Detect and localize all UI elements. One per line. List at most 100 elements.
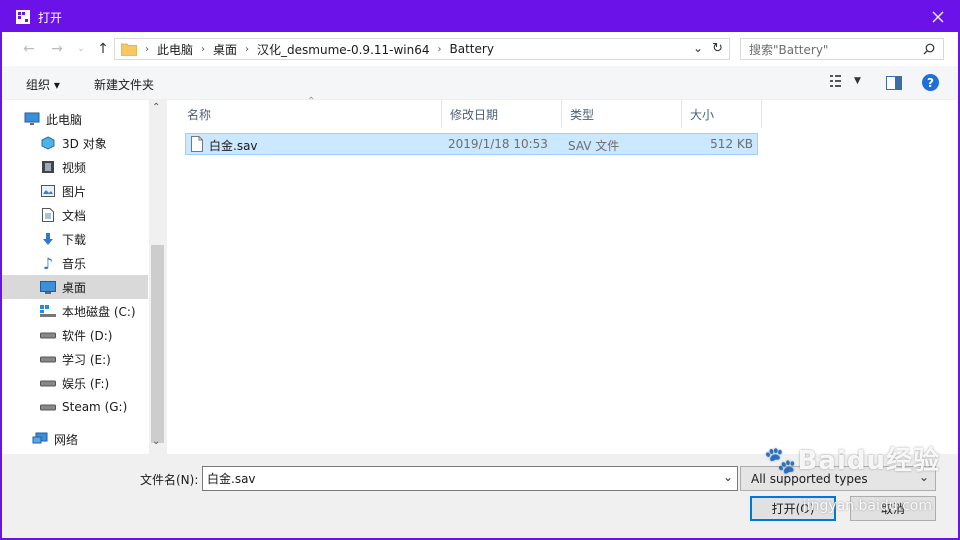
file-name: 白金.sav [209, 139, 258, 153]
file-type: SAV 文件 [568, 139, 620, 153]
address-bar[interactable]: › 此电脑 › 桌面 › 汉化_desmume-0.9.11-win64 › B… [114, 38, 730, 60]
drive-icon [40, 351, 56, 367]
recent-locations-button[interactable]: ⌄ [72, 40, 90, 58]
scroll-down-icon[interactable]: ⌄ [152, 436, 160, 447]
back-button[interactable]: ← [20, 40, 38, 58]
nav-label: 音乐 [62, 256, 87, 271]
breadcrumb-separator: › [245, 43, 250, 55]
nav-item-drive-c[interactable]: 本地磁盘 (C:) [2, 299, 148, 323]
filetype-select[interactable]: All supported types ⌄ [740, 466, 936, 491]
column-header-size[interactable]: 大小 [682, 100, 762, 128]
nav-label: 此电脑 [46, 112, 83, 127]
search-icon [923, 43, 935, 55]
nav-item-drive-d[interactable]: 软件 (D:) [2, 323, 148, 347]
window-title: 打开 [38, 10, 63, 25]
nav-label: 本地磁盘 (C:) [62, 304, 136, 319]
dialog-footer: 文件名(N): 白金.sav ⌄ All supported types ⌄ 打… [2, 454, 958, 538]
address-history-chevron-icon[interactable]: ⌄ [693, 41, 703, 55]
breadcrumb-separator: › [145, 43, 149, 55]
cancel-button-label: 取消 [880, 502, 905, 516]
help-icon: ? [927, 75, 934, 90]
column-label: 名称 [187, 107, 212, 122]
drive-icon [40, 399, 56, 415]
filename-input[interactable]: 白金.sav ⌄ [202, 466, 738, 491]
nav-item-drive-f[interactable]: 娱乐 (F:) [2, 371, 148, 395]
file-size: 512 KB [710, 137, 753, 151]
filename-dropdown-icon[interactable]: ⌄ [723, 470, 733, 484]
nav-item-documents[interactable]: 文档 [2, 203, 148, 227]
download-arrow-icon [40, 231, 56, 247]
column-label: 大小 [690, 107, 715, 122]
forward-button[interactable]: → [48, 40, 66, 58]
nav-item-drive-g[interactable]: Steam (G:) [2, 395, 148, 419]
cancel-button[interactable]: 取消 [850, 496, 936, 521]
nav-label: 学习 (E:) [62, 352, 111, 367]
nav-label: Steam (G:) [62, 400, 128, 414]
open-button-label: 打开(O) [771, 502, 815, 516]
view-dropdown-icon: ▼ [854, 76, 861, 86]
view-options-button[interactable]: ▼ [830, 75, 861, 87]
preview-pane-icon[interactable] [886, 76, 902, 90]
nav-item-downloads[interactable]: 下载 [2, 227, 148, 251]
nav-item-videos[interactable]: 视频 [2, 155, 148, 179]
file-row[interactable]: 白金.sav 2019/1/18 10:53 SAV 文件 512 KB [185, 133, 758, 155]
column-header-modified[interactable]: 修改日期 [442, 100, 562, 128]
breadcrumb-desktop[interactable]: 桌面 [213, 41, 237, 58]
nav-label: 文档 [62, 208, 87, 223]
new-folder-button[interactable]: 新建文件夹 [94, 76, 154, 93]
scrollbar-thumb[interactable] [151, 245, 164, 443]
nav-label: 视频 [62, 160, 87, 175]
close-button[interactable] [918, 2, 958, 32]
title-bar: 打开 [2, 2, 958, 32]
scroll-up-icon[interactable]: ⌃ [152, 102, 160, 113]
open-button[interactable]: 打开(O) [750, 496, 836, 521]
forward-arrow-icon: → [51, 41, 63, 57]
view-list-icon [830, 75, 841, 87]
nav-label: 娱乐 (F:) [62, 376, 110, 391]
file-list: ⌃ 名称 修改日期 类型 大小 白金.sav 2019/1/18 10:53 S… [166, 96, 958, 454]
up-arrow-icon: ↑ [97, 41, 109, 57]
nav-label: 3D 对象 [62, 136, 107, 151]
column-header-name[interactable]: 名称 [179, 100, 442, 128]
filetype-value: All supported types [751, 471, 868, 486]
nav-item-network[interactable]: 网络 [2, 427, 148, 451]
breadcrumb-folder[interactable]: 汉化_desmume-0.9.11-win64 [257, 41, 429, 58]
drive-icon [40, 375, 56, 391]
breadcrumb-this-pc[interactable]: 此电脑 [157, 41, 193, 58]
picture-icon [40, 183, 56, 199]
nav-item-3d-objects[interactable]: 3D 对象 [2, 131, 148, 155]
nav-label: 下载 [62, 232, 87, 247]
nav-item-music[interactable]: ♪ 音乐 [2, 251, 148, 275]
cube-icon [40, 135, 56, 151]
nav-label: 图片 [62, 184, 87, 199]
desktop-icon [40, 279, 56, 295]
column-header-type[interactable]: 类型 [562, 100, 682, 128]
up-button[interactable]: ↑ [94, 40, 112, 58]
film-icon [40, 159, 56, 175]
address-row: ← → ⌄ ↑ › 此电脑 › 桌面 › 汉化_desmume-0.9.11-w… [2, 32, 958, 66]
windows-drive-icon [40, 303, 56, 319]
drive-icon [40, 327, 56, 343]
close-icon [932, 11, 944, 23]
nav-scrollbar[interactable]: ⌃ ⌄ [149, 100, 166, 454]
computer-icon [24, 111, 40, 127]
breadcrumb-battery[interactable]: Battery [450, 42, 494, 56]
network-icon [32, 431, 48, 447]
nav-item-this-pc[interactable]: 此电脑 [2, 107, 148, 131]
column-label: 修改日期 [450, 107, 499, 122]
nav-item-desktop[interactable]: 桌面 [2, 275, 148, 299]
column-label: 类型 [570, 107, 595, 122]
search-placeholder: 搜索"Battery" [749, 42, 829, 57]
nav-item-pictures[interactable]: 图片 [2, 179, 148, 203]
file-modified: 2019/1/18 10:53 [448, 137, 548, 151]
file-icon [191, 136, 203, 152]
filetype-dropdown-icon: ⌄ [918, 470, 929, 484]
breadcrumb-separator: › [437, 43, 442, 55]
organize-menu[interactable]: 组织 ▾ [26, 76, 60, 93]
refresh-icon[interactable]: ↻ [712, 41, 723, 56]
help-button[interactable]: ? [922, 74, 939, 91]
nav-item-drive-e[interactable]: 学习 (E:) [2, 347, 148, 371]
search-box[interactable]: 搜索"Battery" [740, 38, 944, 60]
music-note-icon: ♪ [42, 253, 54, 273]
app-icon [16, 10, 30, 24]
